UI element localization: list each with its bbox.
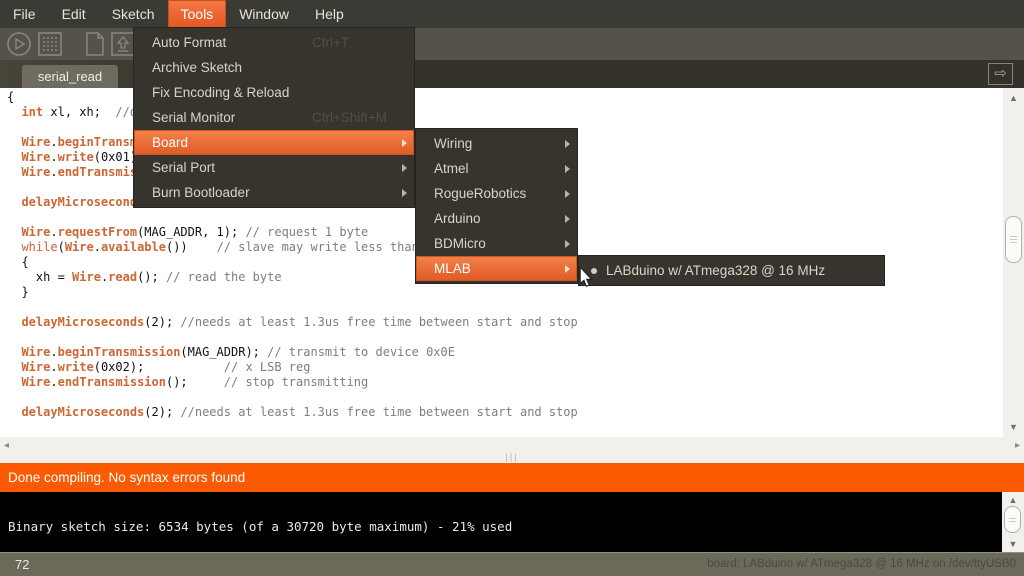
- scroll-up-icon[interactable]: ▲: [1003, 93, 1024, 103]
- verify-icon[interactable]: [6, 31, 32, 57]
- stop-icon[interactable]: [37, 31, 63, 57]
- board-submenu: Wiring Atmel RogueRobotics Arduino BDMic…: [415, 128, 578, 284]
- menu-item-board[interactable]: Board: [134, 130, 414, 155]
- mlab-submenu: LABduino w/ ATmega328 @ 16 MHz: [578, 255, 885, 286]
- menu-item-burn-bootloader[interactable]: Burn Bootloader: [134, 180, 414, 205]
- console-output: Binary sketch size: 6534 bytes (of a 307…: [8, 519, 512, 534]
- editor-vscroll-thumb[interactable]: ———: [1005, 216, 1022, 263]
- menu-item-archive-sketch[interactable]: Archive Sketch: [134, 55, 414, 80]
- submenu-arrow-icon: [402, 139, 407, 147]
- new-sketch-icon[interactable]: [83, 31, 109, 57]
- submenu-arrow-icon: [565, 190, 570, 198]
- tab-serial-read[interactable]: serial_read: [22, 65, 118, 88]
- menu-sketch[interactable]: Sketch: [99, 0, 168, 28]
- editor-vscrollbar[interactable]: ▲ ——— ▼: [1003, 88, 1024, 437]
- grip-icon: ——: [1009, 517, 1016, 523]
- menu-item-wiring[interactable]: Wiring: [416, 131, 577, 156]
- mouse-cursor-icon: [577, 266, 595, 293]
- scroll-down-icon[interactable]: ▼: [1003, 422, 1024, 432]
- compile-status-message: Done compiling. No syntax errors found: [8, 470, 245, 485]
- console-vscrollbar[interactable]: ▲ —— ▼: [1002, 492, 1024, 552]
- menu-item-bdmicro[interactable]: BDMicro: [416, 231, 577, 256]
- scroll-right-icon[interactable]: ▸: [1015, 440, 1020, 451]
- shortcut-label: Ctrl+T: [312, 35, 349, 50]
- submenu-arrow-icon: [402, 164, 407, 172]
- line-number: 72: [15, 553, 29, 576]
- menu-help[interactable]: Help: [302, 0, 357, 28]
- menu-item-serial-port[interactable]: Serial Port: [134, 155, 414, 180]
- menubar: File Edit Sketch Tools Window Help: [0, 0, 1024, 28]
- code-line: Wire.beginTransmission(MAG_ADDR); // tra…: [7, 345, 1003, 360]
- code-line: [7, 390, 1003, 405]
- scroll-left-icon[interactable]: ◂: [4, 440, 9, 451]
- pane-splitter-grip[interactable]: |||: [505, 452, 518, 462]
- console: Binary sketch size: 6534 bytes (of a 307…: [0, 492, 1024, 552]
- submenu-arrow-icon: [565, 265, 570, 273]
- editor-hscrollbar[interactable]: ◂ ▸ |||: [0, 437, 1024, 463]
- shortcut-label: Ctrl+Shift+M: [312, 110, 387, 125]
- compile-status-bar: Done compiling. No syntax errors found: [0, 463, 1024, 492]
- submenu-arrow-icon: [565, 215, 570, 223]
- menu-edit[interactable]: Edit: [49, 0, 99, 28]
- menu-item-fix-encoding[interactable]: Fix Encoding & Reload: [134, 80, 414, 105]
- code-line: delayMicroseconds(2); //needs at least 1…: [7, 315, 1003, 330]
- submenu-arrow-icon: [402, 189, 407, 197]
- menu-item-mlab[interactable]: MLAB: [416, 256, 577, 281]
- console-vscroll-thumb[interactable]: ——: [1004, 506, 1021, 533]
- menu-item-atmel[interactable]: Atmel: [416, 156, 577, 181]
- menu-window[interactable]: Window: [226, 0, 302, 28]
- scroll-down-icon[interactable]: ▼: [1002, 539, 1024, 549]
- scroll-up-icon[interactable]: ▲: [1002, 495, 1024, 505]
- submenu-arrow-icon: [565, 240, 570, 248]
- board-info: board: LABduino w/ ATmega328 @ 16 MHz on…: [707, 553, 1016, 576]
- code-line: }: [7, 285, 1003, 300]
- tools-menu: Auto Format Ctrl+T Archive Sketch Fix En…: [133, 27, 415, 208]
- menu-item-auto-format[interactable]: Auto Format Ctrl+T: [134, 30, 414, 55]
- code-line: delayMicroseconds(2); //needs at least 1…: [7, 405, 1003, 420]
- menu-item-roguerobotics[interactable]: RogueRobotics: [416, 181, 577, 206]
- menu-item-labduino[interactable]: LABduino w/ ATmega328 @ 16 MHz: [579, 258, 884, 283]
- code-line: Wire.endTransmission(); // stop transmit…: [7, 375, 1003, 390]
- menu-file[interactable]: File: [0, 0, 49, 28]
- menu-item-serial-monitor[interactable]: Serial Monitor Ctrl+Shift+M: [134, 105, 414, 130]
- right-arrow-icon: ⇨: [994, 65, 1007, 82]
- code-line: [7, 300, 1003, 315]
- menu-item-arduino[interactable]: Arduino: [416, 206, 577, 231]
- status-footer: 72 board: LABduino w/ ATmega328 @ 16 MHz…: [0, 552, 1024, 576]
- tab-menu-button[interactable]: ⇨: [988, 63, 1013, 85]
- grip-icon: ———: [1010, 235, 1017, 244]
- code-line: Wire.write(0x02); // x LSB reg: [7, 360, 1003, 375]
- menu-tools[interactable]: Tools: [168, 0, 227, 28]
- submenu-arrow-icon: [565, 165, 570, 173]
- submenu-arrow-icon: [565, 140, 570, 148]
- code-line: [7, 330, 1003, 345]
